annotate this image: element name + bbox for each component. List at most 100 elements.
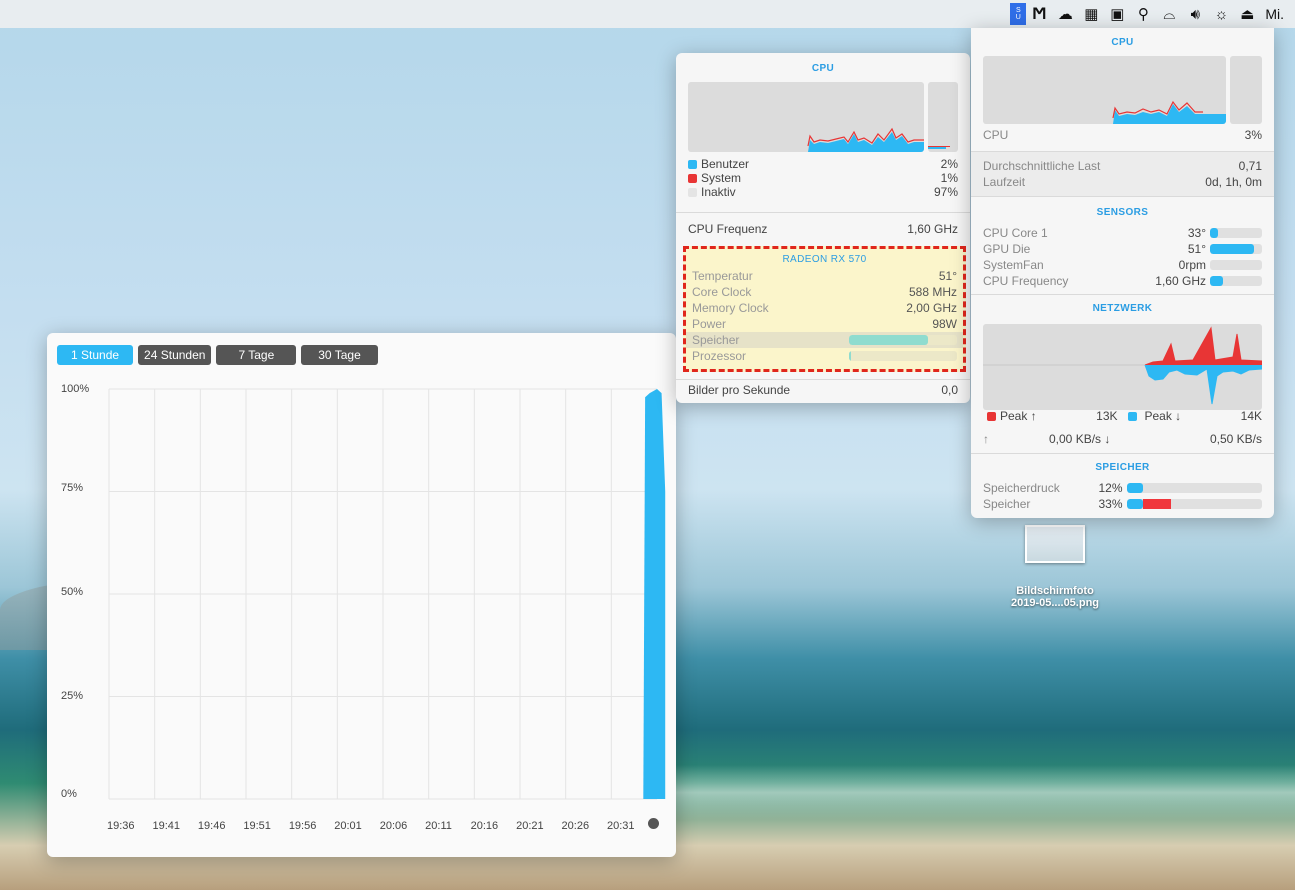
gpu-power-label: Power [692, 317, 727, 331]
dropdown-cpu-value: 3% [1244, 128, 1262, 142]
x-tick-label: 20:06 [379, 820, 408, 832]
sensors-title: SENSORS [1096, 207, 1149, 218]
speicher-title: SPEICHER [1095, 462, 1150, 473]
last-value: 0,71 [1238, 159, 1262, 173]
network-speed-row: ↑ 0,00 KB/s ↓ 0,50 KB/s [983, 432, 1262, 446]
inaktiv-label: Inaktiv [701, 185, 736, 199]
benutzer-label: Benutzer [701, 157, 750, 171]
fps-label: Bilder pro Sekunde [688, 383, 791, 397]
cpu-history-graph [688, 82, 924, 152]
cpu-frequenz-label: CPU Frequenz [688, 222, 768, 236]
sensor-value: 1,60 GHz [1155, 274, 1206, 288]
speicherdruck-row: Speicherdruck 12% [983, 481, 1262, 495]
gpu-temperatur-label: Temperatur [692, 269, 753, 283]
benutzer-value: 2% [940, 157, 958, 171]
gpu-memory-clock-value: 2,00 GHz [906, 301, 957, 315]
gpu-power-value: 98W [932, 317, 957, 331]
gpu-icon[interactable]: ▣ [1104, 3, 1130, 25]
gpu-temperatur-value: 51° [938, 269, 957, 283]
cpu-frequenz-row: CPU Frequenz 1,60 GHz [688, 222, 958, 236]
inaktiv-row: Inaktiv 97% [688, 185, 958, 199]
stats-letter-u: U [1015, 14, 1021, 21]
gpu-speicher-fill [849, 335, 928, 345]
sensor-row: SystemFan 0rpm [983, 257, 1262, 273]
menu-dropdown: CPU CPU 3% Durchschnittliche Last 0,71 L… [971, 28, 1274, 518]
istat-menus-icon[interactable]: S U [1010, 3, 1027, 25]
speicher-bar [1126, 499, 1262, 509]
gpu-prozessor-label: Prozessor [692, 349, 747, 363]
dropdown-cpu-graph [983, 56, 1226, 124]
x-tick-label: 20:21 [516, 820, 544, 832]
search-icon[interactable]: ⚲ [1130, 3, 1156, 25]
sensor-label: SystemFan [983, 258, 1044, 272]
file-name-line1: Bildschirmfoto [1016, 585, 1094, 597]
sensor-label: GPU Die [983, 242, 1031, 256]
speicherdruck-bar [1126, 483, 1262, 493]
sensor-bar [1210, 276, 1262, 286]
eject-icon[interactable]: ⏏ [1234, 3, 1260, 25]
download-value: 0,50 KB/s [1209, 432, 1262, 446]
peak-down-label: Peak ↓ [1144, 409, 1182, 423]
history-chart [108, 388, 666, 800]
gpu-title: RADEON RX 570 [782, 254, 867, 265]
file-thumbnail [1025, 525, 1085, 563]
gpu-prozessor-fill [849, 351, 851, 361]
system-label: System [701, 171, 742, 185]
sensor-row: GPU Die 51° [983, 241, 1262, 257]
benutzer-color [688, 160, 697, 169]
gpu-temperatur-row: Temperatur 51° [686, 268, 963, 284]
peak-up-color [987, 412, 996, 421]
inaktiv-color [688, 188, 697, 197]
file-name-line2: 2019-05....05.png [1010, 597, 1100, 609]
x-tick-label: 20:11 [425, 820, 452, 832]
dropdown-cpu-row: CPU 3% [983, 128, 1262, 142]
sensor-label: CPU Core 1 [983, 226, 1048, 240]
speicherdruck-fill [1126, 483, 1143, 493]
peak-down-color [1127, 411, 1137, 421]
speicher-value: 33% [1098, 497, 1123, 511]
x-tick-label: 20:31 [607, 820, 635, 832]
memory-monitor-icon[interactable]: Ϻ [1026, 3, 1052, 25]
laufzeit-label: Laufzeit [983, 175, 1026, 189]
upload-value: 0,00 KB/s ↓ [1049, 432, 1111, 446]
cpu-current-graph [928, 82, 958, 152]
cpu-usage-area [643, 389, 666, 799]
clock-icon[interactable] [648, 818, 659, 829]
x-tick-label: 19:36 [107, 820, 135, 832]
dock-icon[interactable]: ▦ [1078, 3, 1104, 25]
cpu-popover-title: CPU [811, 63, 835, 74]
gpu-prozessor-row: Prozessor [686, 348, 963, 364]
gpu-memory-clock-label: Memory Clock [692, 301, 769, 315]
brightness-icon[interactable]: ☼ [1208, 3, 1234, 25]
peak-row: Peak ↑ 13K Peak ↓ 14K [987, 409, 1262, 423]
menu-clock[interactable]: Mi. [1260, 3, 1289, 25]
gpu-speicher-label: Speicher [692, 333, 740, 347]
speicherdruck-value: 12% [1098, 481, 1123, 495]
gpu-section: RADEON RX 570 Temperatur 51° Core Clock 58… [683, 246, 966, 372]
volume-icon[interactable]: 🔊︎ [1182, 3, 1208, 25]
cloud-icon[interactable]: ☁ [1052, 3, 1078, 25]
system-row: System 1% [688, 171, 958, 185]
sensor-value: 0rpm [1178, 258, 1206, 272]
dropdown-cpu-label: CPU [983, 128, 1009, 142]
netzwerk-title: NETZWERK [1092, 303, 1153, 314]
last-row: Durchschnittliche Last 0,71 [983, 159, 1262, 173]
system-value: 1% [940, 171, 958, 185]
background-wave [600, 765, 1295, 820]
sensor-label: CPU Frequency [983, 274, 1069, 288]
airplay-icon[interactable]: ⌓ [1156, 3, 1182, 25]
peak-up-label: Peak ↑ [1000, 409, 1037, 423]
laufzeit-row: Laufzeit 0d, 1h, 0m [983, 175, 1262, 189]
desktop-file[interactable]: Bildschirmfoto 2019-05....05.png [990, 525, 1120, 609]
gpu-power-row: Power 98W [686, 316, 963, 332]
fps-row: Bilder pro Sekunde 0,0 [688, 383, 958, 397]
inaktiv-value: 97% [933, 185, 958, 199]
x-tick-label: 19:41 [152, 820, 180, 832]
sensor-row: CPU Frequency 1,60 GHz [983, 273, 1262, 289]
gpu-speicher-row: Speicher [686, 332, 963, 348]
dropdown-cpu-current [1230, 56, 1262, 124]
stats-letter-s: S [1015, 7, 1021, 14]
fps-value: 0,0 [941, 383, 958, 397]
sensor-bar-fill [1210, 228, 1218, 238]
gpu-core-clock-label: Core Clock [692, 285, 752, 299]
